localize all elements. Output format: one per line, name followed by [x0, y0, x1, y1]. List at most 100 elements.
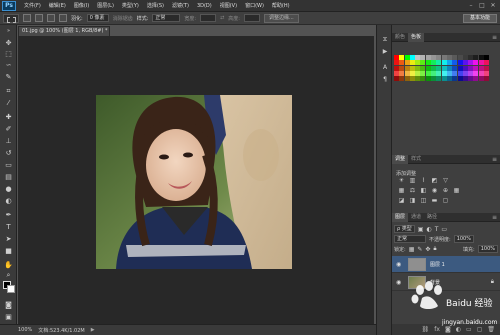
color-swatch[interactable] [441, 60, 447, 66]
color-swatch[interactable] [452, 60, 458, 66]
tab-color[interactable]: 颜色 [392, 33, 408, 42]
blur-tool-icon[interactable]: ● [3, 185, 14, 194]
status-menu-arrow-icon[interactable]: ▶ [91, 327, 95, 333]
color-swatch[interactable] [441, 65, 447, 71]
color-swatch[interactable] [415, 65, 421, 71]
color-swatch[interactable] [462, 70, 468, 76]
hue-saturation-icon[interactable]: ▦ [398, 188, 405, 194]
color-swatch[interactable] [409, 60, 415, 66]
color-swatch[interactable] [394, 55, 399, 60]
width-input[interactable] [200, 14, 217, 22]
curves-icon[interactable]: ⌇ [420, 178, 427, 184]
levels-icon[interactable]: ▥ [409, 178, 416, 184]
menu-file[interactable]: 文件(F) [20, 2, 45, 9]
color-swatch[interactable] [431, 70, 437, 76]
color-swatch[interactable] [452, 76, 458, 82]
color-swatch[interactable] [415, 60, 421, 66]
lock-all-icon[interactable]: 🔒︎ [433, 245, 436, 253]
layer-name[interactable]: 背景 [430, 279, 440, 286]
color-swatch[interactable] [457, 55, 463, 60]
hand-tool-icon[interactable]: ✋ [3, 261, 14, 270]
visibility-eye-icon[interactable]: ◉ [396, 261, 404, 268]
exposure-icon[interactable]: ◩ [431, 178, 438, 184]
link-layers-icon[interactable]: ⛓ [422, 326, 430, 333]
color-swatch[interactable] [436, 65, 442, 71]
path-selection-tool-icon[interactable]: ➤ [3, 235, 14, 244]
color-swatch[interactable] [431, 65, 437, 71]
color-swatch[interactable] [478, 55, 484, 60]
menu-window[interactable]: 窗口(W) [241, 2, 268, 9]
vibrance-icon[interactable]: ▽ [442, 178, 449, 184]
feather-input[interactable]: 0 像素 [86, 14, 109, 22]
new-group-icon[interactable]: ▭ [466, 326, 472, 333]
lasso-tool-icon[interactable]: ∽ [3, 61, 14, 70]
minimize-button[interactable]: – [467, 2, 475, 10]
color-swatch[interactable] [468, 65, 474, 71]
color-swatch[interactable] [457, 65, 463, 71]
color-swatch[interactable] [399, 55, 405, 60]
color-swatch[interactable] [452, 70, 458, 76]
color-swatch[interactable] [431, 60, 437, 66]
color-swatch[interactable] [415, 76, 421, 82]
layer-row[interactable]: ◉ 背景 🔒︎ [392, 274, 500, 291]
color-swatch[interactable] [446, 60, 452, 66]
tab-swatches[interactable]: 色板 [408, 32, 425, 42]
color-swatch[interactable] [425, 76, 431, 82]
crop-tool-icon[interactable]: ⌗ [3, 87, 14, 96]
color-swatch[interactable] [394, 60, 399, 66]
color-swatch[interactable] [446, 76, 452, 82]
channel-mixer-icon[interactable]: ⊕ [442, 188, 449, 194]
black-white-icon[interactable]: ◧ [420, 188, 427, 194]
color-swatch[interactable] [478, 76, 484, 82]
invert-icon[interactable]: ◪ [398, 198, 405, 204]
color-swatch[interactable] [478, 60, 484, 66]
color-swatch[interactable] [420, 70, 426, 76]
pen-tool-icon[interactable]: ✒ [3, 211, 14, 220]
clone-stamp-tool-icon[interactable]: ⊥ [3, 137, 14, 146]
visibility-eye-icon[interactable]: ◉ [396, 279, 404, 286]
color-swatch[interactable] [441, 76, 447, 82]
filter-shape-icon[interactable]: ▭ [441, 226, 447, 233]
filter-pixel-icon[interactable]: ▣ [418, 226, 424, 233]
color-swatch[interactable] [462, 76, 468, 82]
color-swatch[interactable] [420, 55, 426, 60]
color-swatch[interactable] [484, 55, 490, 60]
color-swatch[interactable] [394, 76, 399, 82]
lock-position-icon[interactable]: ✥ [425, 246, 430, 253]
color-swatch[interactable] [399, 60, 405, 66]
background-color-swatch[interactable] [7, 285, 15, 293]
close-window-button[interactable]: ✕ [489, 2, 497, 10]
add-selection-mode-icon[interactable] [35, 14, 43, 22]
color-swatch[interactable] [457, 60, 463, 66]
swap-icon[interactable]: ⇄ [220, 15, 224, 21]
color-swatch[interactable] [404, 55, 410, 60]
color-swatch[interactable] [425, 65, 431, 71]
color-swatch[interactable] [431, 76, 437, 82]
style-select[interactable]: 正常 [152, 14, 181, 22]
color-swatch[interactable] [484, 76, 490, 82]
quick-mask-icon[interactable]: ◙ [3, 301, 14, 310]
menu-filter[interactable]: 滤镜(T) [168, 2, 193, 9]
eyedropper-tool-icon[interactable]: ⁄ [3, 99, 14, 108]
tool-preset-picker[interactable] [3, 13, 19, 23]
layer-row[interactable]: ◉ 图层 1 [392, 256, 500, 273]
color-swatch[interactable] [436, 70, 442, 76]
menu-select[interactable]: 选择(S) [143, 2, 168, 9]
intersect-selection-mode-icon[interactable] [59, 14, 67, 22]
color-swatch[interactable] [415, 70, 421, 76]
new-layer-icon[interactable]: ▢ [477, 326, 483, 333]
color-swatch[interactable] [404, 60, 410, 66]
menu-layer[interactable]: 图层(L) [93, 2, 118, 9]
color-swatch[interactable] [436, 76, 442, 82]
tab-layers[interactable]: 图层 [392, 212, 409, 222]
dodge-tool-icon[interactable]: ◐ [3, 197, 14, 206]
character-icon[interactable]: A [380, 63, 390, 72]
refine-edge-button[interactable]: 调整边缘... [263, 13, 299, 23]
tab-styles[interactable]: 样式 [408, 155, 424, 164]
eraser-tool-icon[interactable]: ▭ [3, 161, 14, 170]
layer-style-icon[interactable]: fx [434, 326, 440, 333]
color-swatch[interactable] [457, 76, 463, 82]
layers-menu-icon[interactable]: ≡ [492, 214, 497, 221]
tab-adjustments[interactable]: 调整 [392, 154, 409, 164]
swatches-grid[interactable] [394, 55, 496, 82]
